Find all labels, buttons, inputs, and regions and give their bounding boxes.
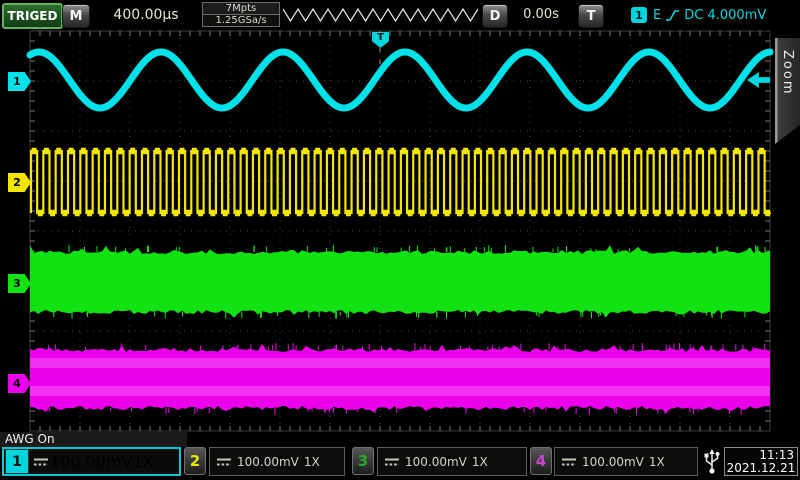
trigger-settings-readout: E DC 4.000mV	[653, 0, 766, 30]
channel-1-probe: 1X	[133, 452, 154, 471]
preview-waveform	[283, 9, 478, 21]
channel-4-probe: 1X	[649, 455, 665, 469]
trigger-coupling-level: DC 4.000mV	[684, 8, 766, 23]
trigger-type-label: E	[653, 8, 661, 23]
channel-4-box[interactable]: 100.00mV 1X	[554, 447, 698, 476]
waveform-ch4-bright-band	[30, 386, 770, 396]
dc-coupling-icon	[384, 457, 400, 467]
graticule-and-waveforms	[0, 30, 800, 432]
dc-coupling-icon	[216, 457, 232, 467]
channel-1-badge[interactable]: 1	[5, 449, 29, 474]
dc-coupling-icon	[561, 457, 577, 467]
channel-2-box[interactable]: 100.00mV 1X	[209, 447, 345, 476]
trigger-status-indicator: TRIGED	[2, 3, 63, 29]
usb-icon	[702, 448, 722, 475]
channel-3-probe: 1X	[472, 455, 488, 469]
channel-2-badge[interactable]: 2	[184, 447, 206, 475]
channel-2-probe: 1X	[304, 455, 320, 469]
channel-4-badge[interactable]: 4	[530, 447, 552, 475]
awg-status-label: AWG On	[0, 432, 187, 447]
waveform-ch4	[30, 344, 770, 413]
rising-edge-icon	[665, 9, 680, 22]
channel-status-bar: 1 100.00mV 1X 2 100.00mV 1X 3 100.00	[0, 447, 800, 480]
waveform-ch1	[30, 52, 770, 108]
trigger-source-badge[interactable]: 1	[631, 7, 647, 23]
top-status-bar: TRIGED M 400.00μs 7Mpts 1.25GSa/s D 0.00…	[0, 0, 800, 30]
memory-depth: 7Mpts	[203, 3, 279, 15]
channel-3-scale: 100.00mV	[405, 455, 467, 469]
channel-3-badge[interactable]: 3	[352, 447, 374, 475]
channel-4-scale: 100.00mV	[582, 455, 644, 469]
delay-button[interactable]: D	[482, 4, 508, 28]
date-readout: 2021.12.21	[725, 462, 797, 475]
acquisition-info-box: 7Mpts 1.25GSa/s	[202, 2, 280, 27]
waveform-preview-strip[interactable]	[283, 5, 478, 25]
channel-1-box[interactable]: 1 100.00mV 1X	[2, 447, 181, 476]
zoom-tab-label: Zoom	[780, 50, 795, 95]
channel-2-scale: 100.00mV	[237, 455, 299, 469]
channel-1-scale: 100.00mV	[50, 452, 133, 471]
time-readout: 11:13	[725, 448, 797, 462]
waveform-display-area: 1 2 3 4 T Zoom	[0, 30, 800, 432]
horizontal-delay-readout: 0.00s	[506, 0, 576, 30]
sample-rate: 1.25GSa/s	[203, 15, 279, 26]
waveform-ch3	[30, 245, 770, 318]
timebase-readout: 400.00μs	[92, 0, 200, 30]
trigger-menu-button[interactable]: T	[578, 4, 604, 28]
waveform-ch2	[31, 151, 771, 213]
horizontal-menu-button[interactable]: M	[62, 4, 90, 28]
dc-coupling-icon	[33, 457, 49, 467]
waveform-ch4-bright-band	[30, 358, 770, 368]
oscilloscope-screen: TRIGED M 400.00μs 7Mpts 1.25GSa/s D 0.00…	[0, 0, 800, 480]
channel-3-box[interactable]: 100.00mV 1X	[377, 447, 527, 476]
clock-box: 11:13 2021.12.21	[724, 447, 798, 476]
